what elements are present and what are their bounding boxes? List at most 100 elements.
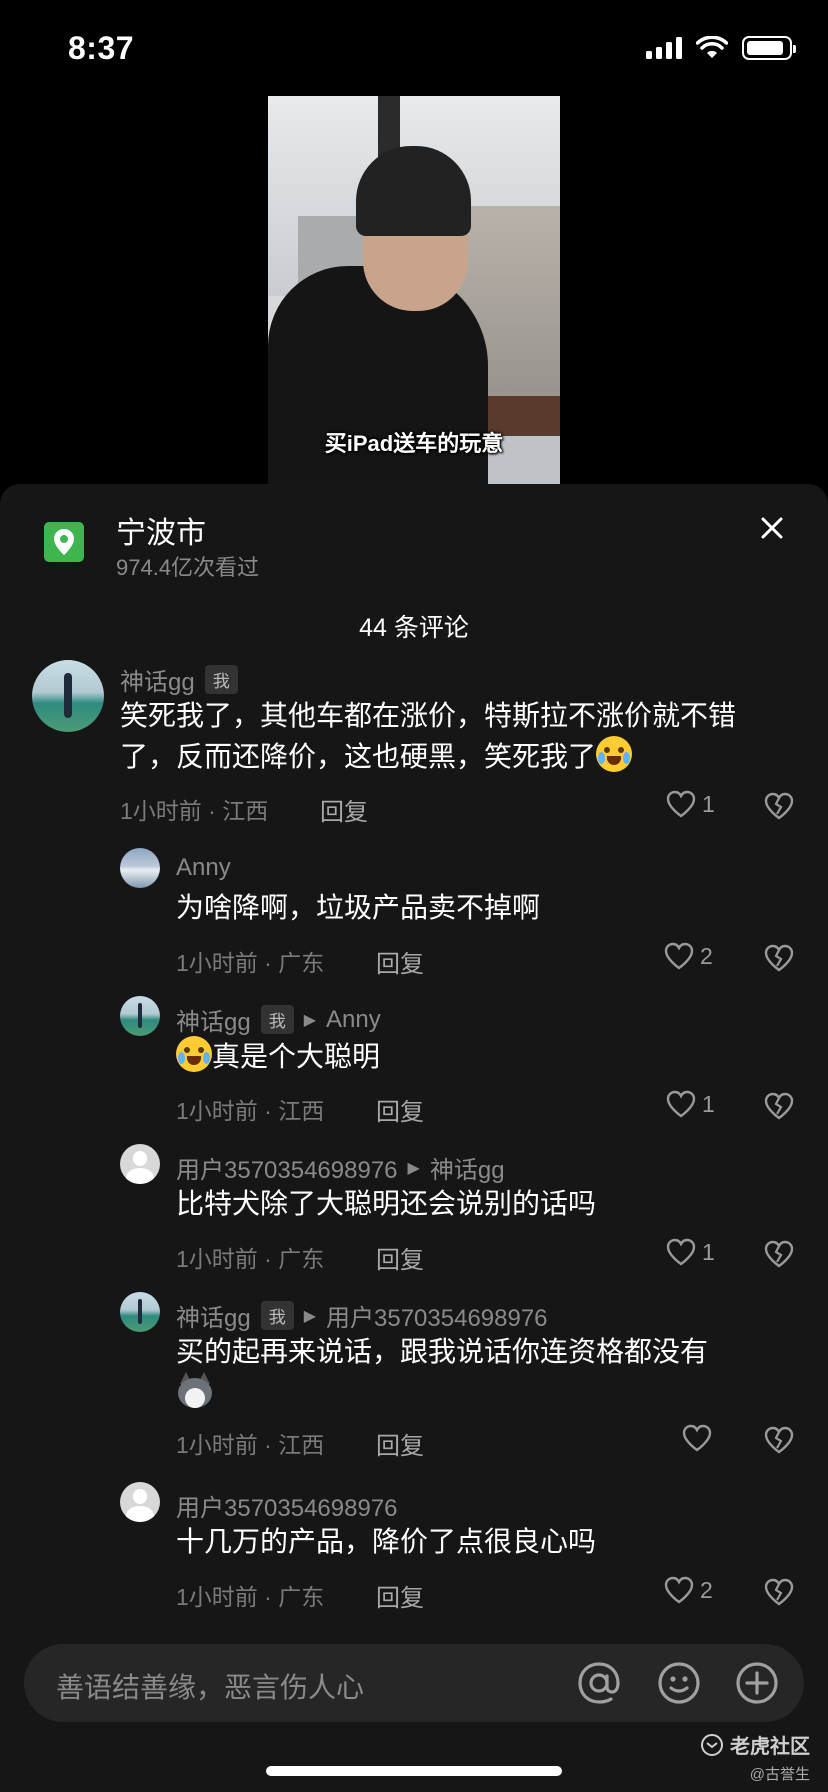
reply-button[interactable]: 回复 — [376, 1578, 424, 1613]
comment-count: 44 条评论 — [359, 614, 469, 642]
like-button[interactable]: 2 — [664, 1576, 713, 1604]
avatar[interactable] — [120, 1144, 160, 1184]
watermark-main: 老虎社区 — [700, 1730, 810, 1759]
close-button[interactable] — [752, 508, 792, 548]
reply-to-name[interactable]: 神话gg — [430, 1150, 505, 1185]
plus-circle-icon — [736, 1662, 778, 1704]
comment-author[interactable]: Anny — [176, 854, 231, 882]
video-caption: 买iPad送车的玩意 — [324, 431, 504, 456]
like-button[interactable]: 2 — [664, 942, 713, 970]
comment-text: 比特犬除了大聪明还会说别的话吗 — [176, 1188, 597, 1219]
like-button[interactable]: 1 — [666, 1090, 715, 1118]
broken-heart-icon — [764, 1578, 794, 1606]
wifi-icon — [696, 36, 728, 58]
author-name: 用户3570354698976 — [176, 1157, 398, 1184]
comment-author[interactable]: 神话gg 我 ▶ Anny — [176, 1002, 381, 1037]
self-badge: 我 — [260, 1005, 294, 1034]
crying-laughing-emoji-icon — [176, 1036, 212, 1072]
author-name: 神话gg — [120, 669, 195, 696]
status-bar: 8:37 — [0, 0, 828, 96]
emoji-button[interactable] — [654, 1658, 704, 1708]
heart-icon — [664, 1576, 694, 1604]
author-name: 神话gg — [176, 1305, 251, 1332]
reply-button[interactable]: 回复 — [376, 1240, 424, 1275]
reply-button[interactable]: 回复 — [376, 1426, 424, 1461]
like-button[interactable]: 1 — [666, 790, 715, 818]
broken-heart-icon — [764, 944, 794, 972]
reply-arrow-icon: ▶ — [303, 1307, 317, 1325]
like-count: 2 — [700, 1576, 713, 1603]
comment-meta: 1小时前 · 广东 — [176, 1246, 325, 1272]
like-button[interactable]: 1 — [666, 1238, 715, 1266]
comment-input[interactable]: 善语结善缘，恶言伤人心 — [56, 1666, 364, 1706]
comment-meta: 1小时前 · 江西 — [176, 1432, 325, 1458]
comment-text-content: 笑死我了，其他车都在涨价，特斯拉不涨价就不错了，反而还降价，这也硬黑，笑死我了 — [120, 700, 737, 772]
comment-author[interactable]: 用户3570354698976 ▶ 神话gg — [176, 1150, 505, 1185]
dislike-button[interactable] — [764, 1426, 794, 1459]
dislike-button[interactable] — [764, 944, 794, 977]
reply-button[interactable]: 回复 — [376, 1092, 424, 1127]
like-button[interactable] — [682, 1424, 718, 1452]
comment-text-content: 真是个大聪明 — [212, 1041, 381, 1072]
comment-meta: 1小时前 · 江西 — [176, 1098, 325, 1124]
video-player[interactable]: 买iPad送车的玩意 — [268, 96, 560, 484]
avatar[interactable] — [120, 1292, 160, 1332]
location-pin-icon — [44, 522, 84, 562]
reply-to-name[interactable]: 用户3570354698976 — [326, 1298, 548, 1333]
like-count: 2 — [700, 942, 713, 969]
dislike-button[interactable] — [764, 1578, 794, 1611]
comment-text: 十几万的产品，降价了点很良心吗 — [176, 1526, 597, 1557]
reply-button[interactable]: 回复 — [376, 944, 424, 979]
watermark-sub: @古誉生 — [749, 1766, 810, 1783]
author-name: 用户3570354698976 — [176, 1495, 398, 1522]
comment-text: 为啥降啊，垃圾产品卖不掉啊 — [176, 892, 541, 923]
comment-text: 真是个大聪明 — [176, 1036, 380, 1077]
comment-meta: 1小时前 · 江西 — [120, 798, 269, 824]
comment-author[interactable]: 神话gg 我 ▶ 用户3570354698976 — [176, 1298, 548, 1333]
like-count: 1 — [702, 790, 715, 817]
comment-meta: 1小时前 · 广东 — [176, 950, 325, 976]
add-button[interactable] — [732, 1658, 782, 1708]
self-badge: 我 — [204, 665, 238, 694]
like-count: 1 — [702, 1238, 715, 1265]
heart-icon — [666, 1238, 696, 1266]
broken-heart-icon — [764, 792, 794, 820]
comment-meta: 1小时前 · 广东 — [176, 1584, 325, 1610]
battery-level — [747, 41, 783, 55]
watermark: 老虎社区 @古誉生 — [700, 1730, 810, 1784]
dislike-button[interactable] — [764, 792, 794, 825]
home-indicator[interactable] — [266, 1766, 562, 1776]
reply-to-name[interactable]: Anny — [326, 1006, 381, 1034]
broken-heart-icon — [764, 1426, 794, 1454]
comment-text-content: 买的起再来说话，跟我说话你连资格都没有 — [176, 1336, 709, 1367]
watermark-text: 老虎社区 — [730, 1736, 810, 1758]
broken-heart-icon — [764, 1092, 794, 1120]
comment-input-bar[interactable]: 善语结善缘，恶言伤人心 — [24, 1644, 804, 1722]
avatar[interactable] — [120, 848, 160, 888]
heart-icon — [666, 1090, 696, 1118]
broken-heart-icon — [764, 1240, 794, 1268]
self-badge: 我 — [260, 1301, 294, 1330]
husky-emoji-icon — [176, 1372, 214, 1410]
comment-text: 笑死我了，其他车都在涨价，特斯拉不涨价就不错了，反而还降价，这也硬黑，笑死我了 — [120, 696, 790, 777]
dislike-button[interactable] — [764, 1092, 794, 1125]
battery-icon — [742, 36, 796, 60]
location-views: 974.4亿次看过 — [116, 555, 260, 580]
avatar[interactable] — [120, 1482, 160, 1522]
status-time: 8:37 — [68, 30, 135, 66]
comment-author[interactable]: 用户3570354698976 — [176, 1488, 398, 1523]
dislike-button[interactable] — [764, 1240, 794, 1273]
location-title[interactable]: 宁波市 — [116, 508, 206, 552]
reply-button[interactable]: 回复 — [320, 792, 368, 827]
crying-laughing-emoji-icon — [596, 736, 633, 772]
avatar[interactable] — [32, 660, 104, 732]
heart-icon — [682, 1424, 712, 1452]
smiley-icon — [658, 1662, 700, 1704]
avatar[interactable] — [120, 996, 160, 1036]
status-icons — [646, 36, 796, 60]
heart-icon — [664, 942, 694, 970]
mention-button[interactable] — [574, 1658, 624, 1708]
like-count: 1 — [702, 1090, 715, 1117]
cellular-signal-icon — [646, 37, 682, 59]
comment-author[interactable]: 神话gg 我 — [120, 662, 238, 697]
